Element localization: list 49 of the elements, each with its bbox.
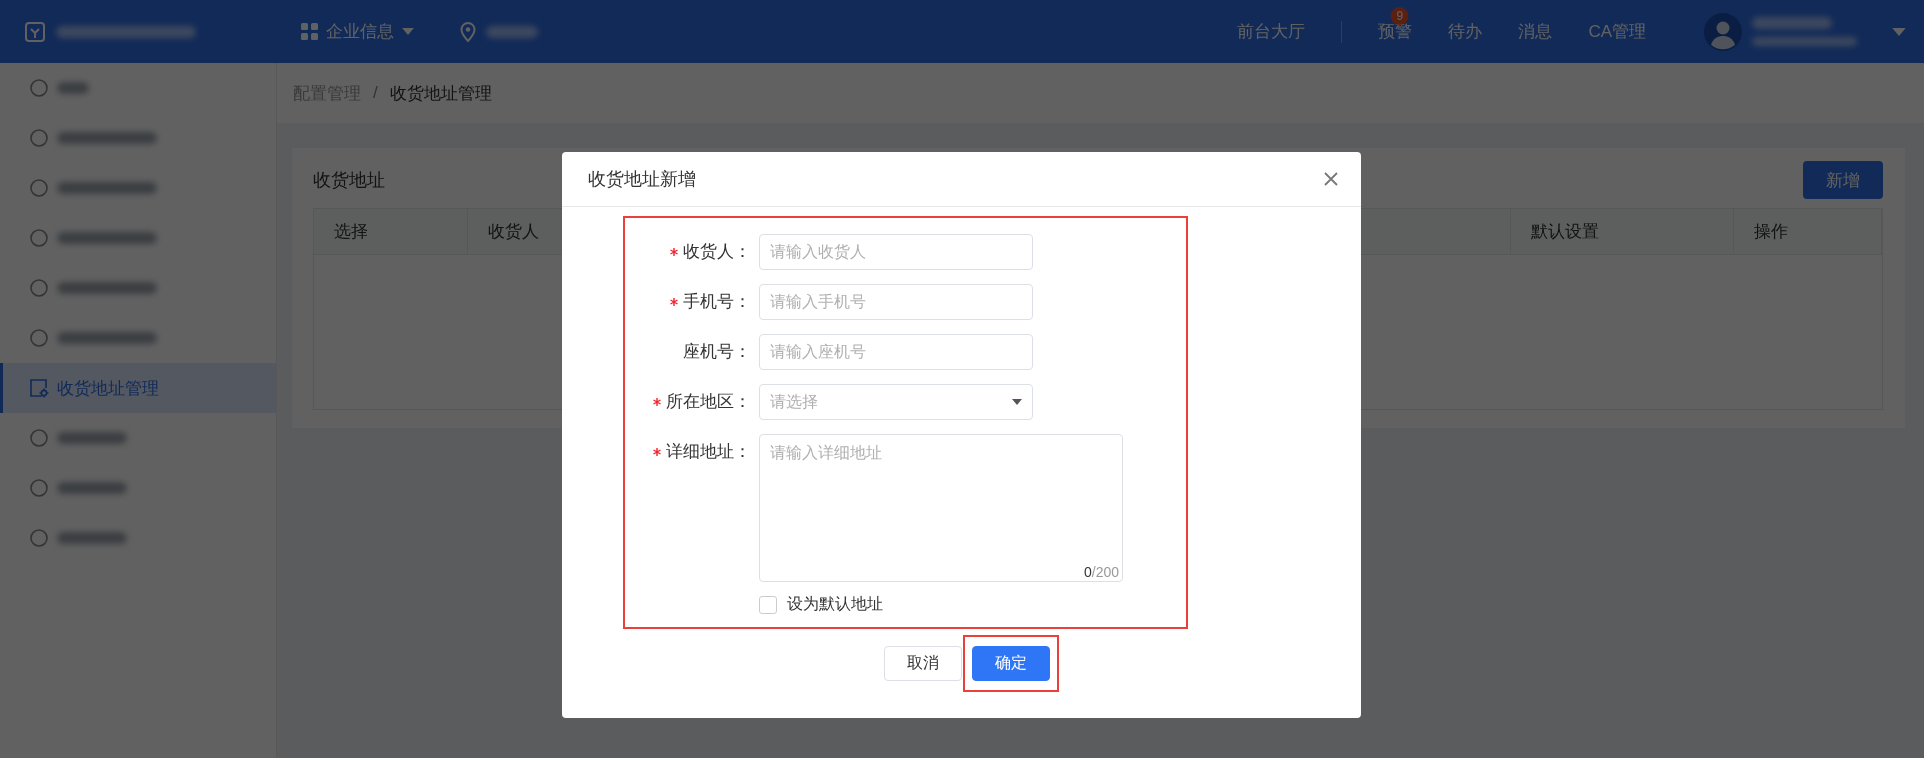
nav-link[interactable]: 前台大厅 xyxy=(1219,20,1324,43)
input-field[interactable]: 请输入收货人 xyxy=(759,234,1033,270)
checkbox[interactable] xyxy=(759,595,777,614)
field-label: 所在地区： xyxy=(666,392,751,411)
sidebar-item[interactable]: 收货地址管理 xyxy=(0,363,276,413)
caret-icon[interactable] xyxy=(1892,27,1906,36)
avatar-icon[interactable] xyxy=(1704,12,1742,51)
redacted-text xyxy=(57,532,127,544)
add-button[interactable]: 新增 xyxy=(1803,161,1883,199)
grid-icon xyxy=(301,23,318,40)
nav-link[interactable]: CA管理 xyxy=(1570,20,1664,43)
circle-icon xyxy=(29,78,49,98)
redacted-text xyxy=(57,432,127,444)
caret-icon xyxy=(402,28,414,35)
circle-icon xyxy=(29,528,49,548)
caret-icon xyxy=(1012,399,1022,405)
select-field[interactable]: 请选择 xyxy=(759,384,1033,420)
field-label: 座机号： xyxy=(683,342,751,361)
nav-link[interactable]: 待办 xyxy=(1430,20,1501,43)
circle-icon xyxy=(29,428,49,448)
input-field[interactable]: 请输入手机号 xyxy=(759,284,1033,320)
cancel-button[interactable]: 取消 xyxy=(883,646,962,681)
card-title: 收货地址 xyxy=(313,169,385,192)
count-badge: 9 xyxy=(1390,7,1409,25)
input-field[interactable]: 请输入座机号 xyxy=(759,334,1033,370)
circle-icon xyxy=(29,328,49,348)
column-header: 选择 xyxy=(314,209,468,254)
nav-link[interactable]: 消息 xyxy=(1500,20,1571,43)
confirm-button[interactable]: 确定 xyxy=(971,646,1050,681)
logo-icon xyxy=(24,20,46,43)
circle-icon xyxy=(29,478,49,498)
breadcrumb-separator: / xyxy=(373,83,378,103)
dialog-title: 收货地址新增 xyxy=(588,168,696,191)
menu-dropdown[interactable]: 企业信息 xyxy=(295,19,420,44)
document-gear-icon xyxy=(29,378,49,398)
column-header: 默认设置 xyxy=(1511,209,1734,254)
breadcrumb-item: 收货地址管理 xyxy=(389,82,492,105)
field-label: 详细地址： xyxy=(666,442,751,461)
field-label: 手机号： xyxy=(683,292,751,311)
circle-icon xyxy=(29,228,49,248)
redacted-text xyxy=(57,82,89,94)
column-header: 操作 xyxy=(1734,209,1882,254)
char-counter: 0/200 xyxy=(1083,564,1119,580)
circle-icon xyxy=(29,128,49,148)
circle-icon xyxy=(29,278,49,298)
location-pin-icon xyxy=(460,21,476,42)
circle-icon xyxy=(29,178,49,198)
redacted-text xyxy=(57,482,127,494)
checkbox-label: 设为默认地址 xyxy=(787,594,883,614)
